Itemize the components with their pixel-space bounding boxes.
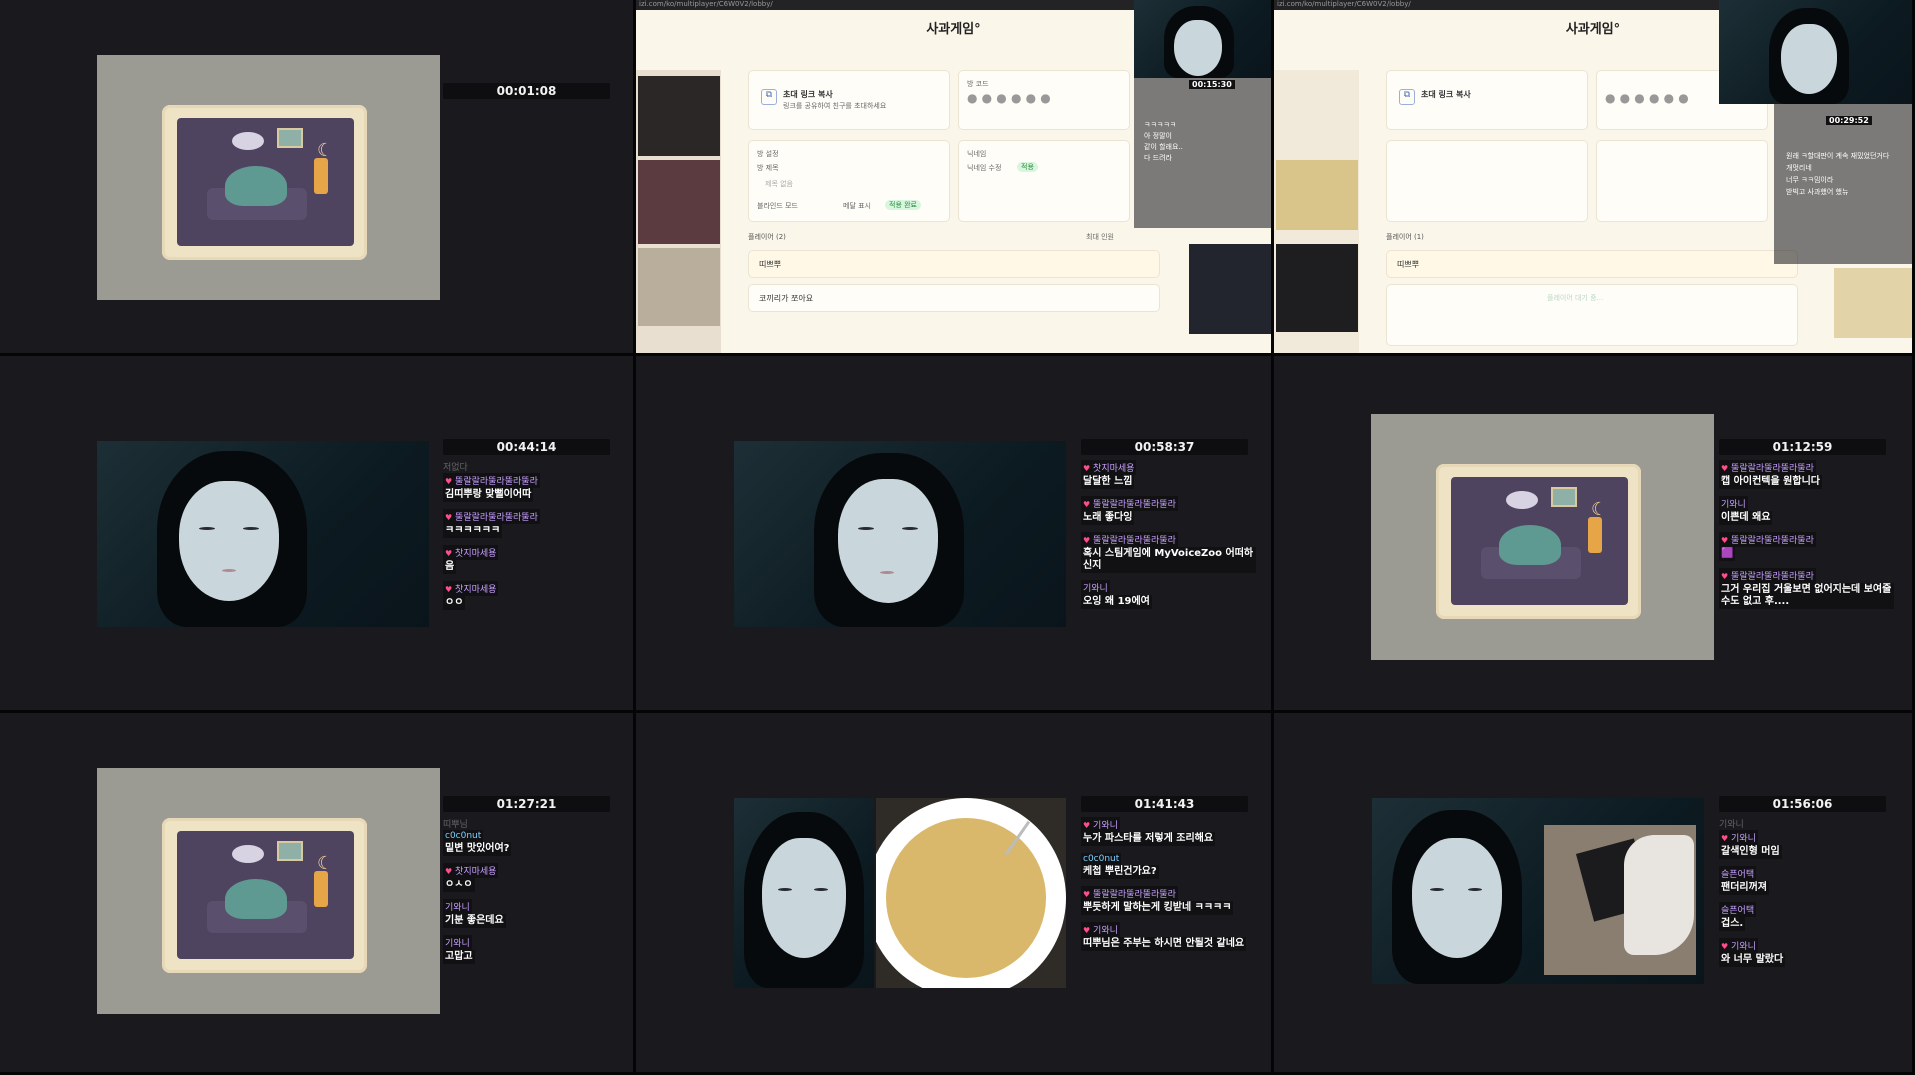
tile-3[interactable]: izi.com/ko/multiplayer/C6W0V2/lobby/ 사과게… <box>1274 0 1915 356</box>
timestamp: 01:12:59 <box>1719 439 1886 455</box>
apple-game-page: izi.com/ko/multiplayer/C6W0V2/lobby/ 사과게… <box>1274 0 1912 353</box>
vod-thumbnail-grid: ☾ 00:01:08 izi.com/ko/multiplayer/C6W0V2… <box>0 0 1915 1075</box>
pasta-photo <box>876 798 1066 988</box>
timestamp: 01:56:06 <box>1719 796 1886 812</box>
tile-4[interactable]: 00:44:14 저없다 ♥ 뚤랄랄라뚤라뚤라뚤라 김띠뿌랑 맞뻘이어따 ♥ 뚤랄… <box>0 356 636 713</box>
chat-overlay: 기와니 ♥ 기와니 갈색인형 머임 슬픈어택 팬더리꺼져 슬픈어택 겁스. ♥ 기와니… <box>1719 820 1786 967</box>
tile-9[interactable]: 01:56:06 기와니 ♥ 기와니 갈색인형 머임 슬픈어택 팬더리꺼져 슬픈어택… <box>1274 713 1915 1075</box>
timestamp: 00:01:08 <box>443 83 610 99</box>
chat-overlay: 저없다 ♥ 뚤랄랄라뚤라뚤라뚤라 김띠뿌랑 맞뻘이어따 ♥ 뚤랄랄라뚤라뚤라뚤라 ㅋ… <box>443 463 540 610</box>
chat-overlay: ♥ 기와니 누가 파스타를 저렇게 조리해요 c0c0nut 케첩 뿌린건가요? ♥… <box>1081 817 1256 958</box>
copy-icon[interactable]: ⧉ <box>761 89 777 105</box>
brb-image: ☾ <box>1371 414 1714 660</box>
tile-7[interactable]: ☾ 01:27:21 띠뿌님 c0c0nut 밑변 맛있어여? ♥ 찻지마세용 ㅇㅅ… <box>0 713 636 1075</box>
webcam-frame <box>734 441 1066 627</box>
timestamp: 01:41:43 <box>1081 796 1248 812</box>
timestamp: 00:58:37 <box>1081 439 1248 455</box>
timestamp: 01:27:21 <box>443 796 610 812</box>
clothing-photo <box>1544 825 1696 975</box>
apple-game-page: izi.com/ko/multiplayer/C6W0V2/lobby/ 사과게… <box>636 0 1271 353</box>
timestamp: 00:44:14 <box>443 439 610 455</box>
tile-2[interactable]: izi.com/ko/multiplayer/C6W0V2/lobby/ 사과게… <box>636 0 1274 356</box>
tile-1[interactable]: ☾ 00:01:08 <box>0 0 636 356</box>
chat-overlay: ♥ 찻지마세용 달달한 느낌 ♥ 뚤랄랄라뚤라뚤라뚤라 노래 좋다잉 ♥ 뚤랄랄라뚤… <box>1081 460 1256 616</box>
webcam-overlay <box>1134 0 1271 78</box>
chat-overlay: ♥ 뚤랄랄라뚤라뚤라뚤라 캡 아이컨텍을 원합니다 기와니 이쁜데 왜요 ♥ 뚤랄랄… <box>1719 460 1894 616</box>
room-title-input[interactable]: 제목 없음 <box>765 179 793 189</box>
tile-8[interactable]: 01:41:43 ♥ 기와니 누가 파스타를 저렇게 조리해요 c0c0nut 케첩… <box>636 713 1274 1075</box>
timestamp: 00:15:30 <box>1189 80 1235 89</box>
brb-image: ☾ <box>97 55 440 300</box>
chat-overlay: 띠뿌님 c0c0nut 밑변 맛있어여? ♥ 찻지마세용 ㅇㅅㅇ 기와니 기분 좋은데… <box>443 820 512 964</box>
webcam-overlay <box>1719 0 1912 104</box>
tile-6[interactable]: ☾ 01:12:59 ♥ 뚤랄랄라뚤라뚤라뚤라 캡 아이컨텍을 원합니다 기와니 이… <box>1274 356 1915 713</box>
copy-icon[interactable]: ⧉ <box>1399 89 1415 105</box>
tile-5[interactable]: 00:58:37 ♥ 찻지마세용 달달한 느낌 ♥ 뚤랄랄라뚤라뚤라뚤라 노래 좋다… <box>636 356 1274 713</box>
webcam-frame <box>734 798 874 988</box>
brb-image: ☾ <box>97 768 440 1014</box>
timestamp: 00:29:52 <box>1826 116 1872 125</box>
webcam-frame <box>97 441 429 627</box>
